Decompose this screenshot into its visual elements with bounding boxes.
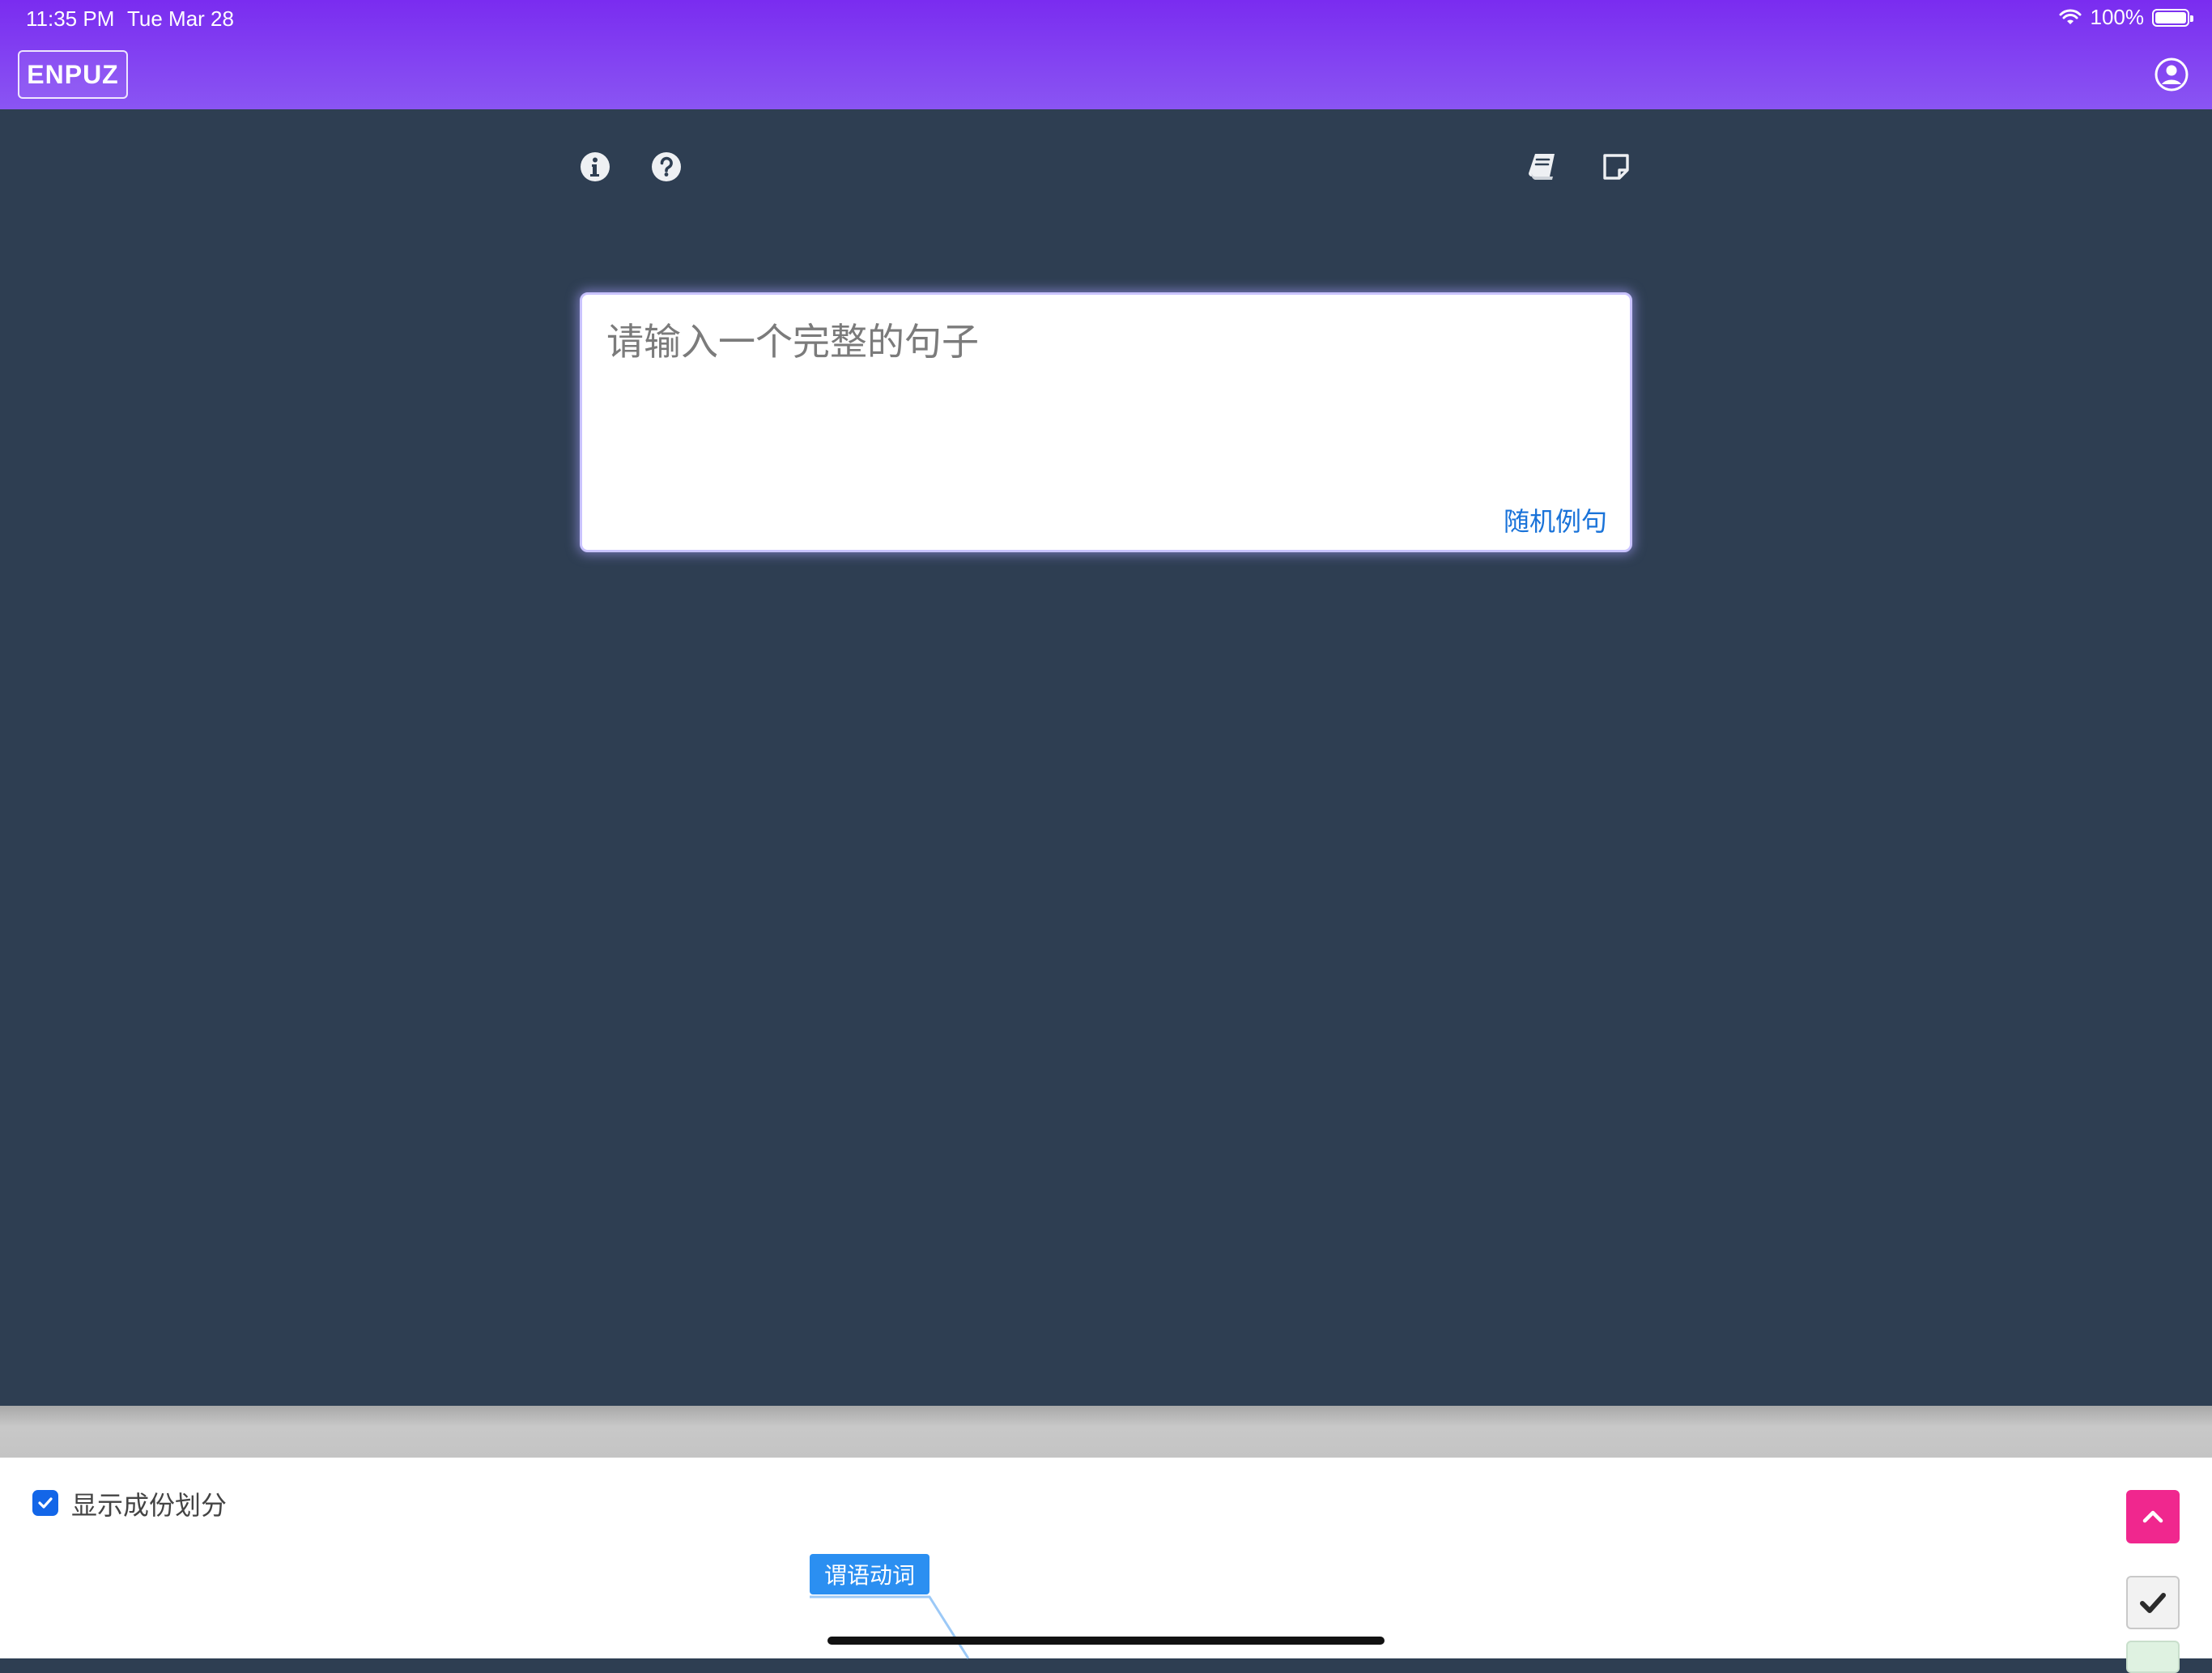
status-time: 11:35 PM: [26, 6, 115, 31]
battery-level: [2155, 11, 2186, 23]
show-parts-checkbox[interactable]: [32, 1490, 58, 1516]
predicate-verb-tag[interactable]: 谓语动词: [810, 1554, 929, 1594]
check-icon: [2140, 1593, 2166, 1613]
status-date: Tue Mar 28: [127, 6, 234, 31]
book-icon[interactable]: [1525, 150, 1559, 184]
show-parts-label[interactable]: 显示成份划分: [71, 1485, 227, 1522]
syntax-tree-connector: [810, 1595, 970, 1659]
check-icon: [38, 1497, 53, 1509]
sentence-input[interactable]: [582, 295, 1630, 550]
battery-icon: [2152, 8, 2193, 27]
sentence-input-card: 随机例句: [580, 292, 1632, 552]
note-icon[interactable]: [1599, 150, 1633, 184]
analysis-panel: 显示成份划分 谓语动词: [0, 1458, 2212, 1673]
battery-percent: 100%: [2090, 5, 2145, 29]
user-circle-icon[interactable]: [2154, 57, 2189, 92]
wifi-icon: [2059, 9, 2081, 24]
status-indicators: 100%: [2058, 5, 2193, 30]
collapse-panel-button[interactable]: [2126, 1490, 2180, 1543]
info-icon[interactable]: [578, 150, 612, 184]
random-example-link[interactable]: 随机例句: [1504, 501, 1607, 539]
chevron-up-icon: [2142, 1510, 2163, 1523]
home-indicator[interactable]: [827, 1637, 1385, 1645]
help-icon[interactable]: [649, 150, 683, 184]
panel-resize-handle[interactable]: [0, 1406, 2212, 1458]
top-bar: 11:35 PM Tue Mar 28 100% ENPUZ: [0, 0, 2212, 109]
secondary-action-button[interactable]: [2126, 1641, 2180, 1673]
confirm-button[interactable]: [2126, 1576, 2180, 1629]
brand-button[interactable]: ENPUZ: [18, 50, 128, 99]
